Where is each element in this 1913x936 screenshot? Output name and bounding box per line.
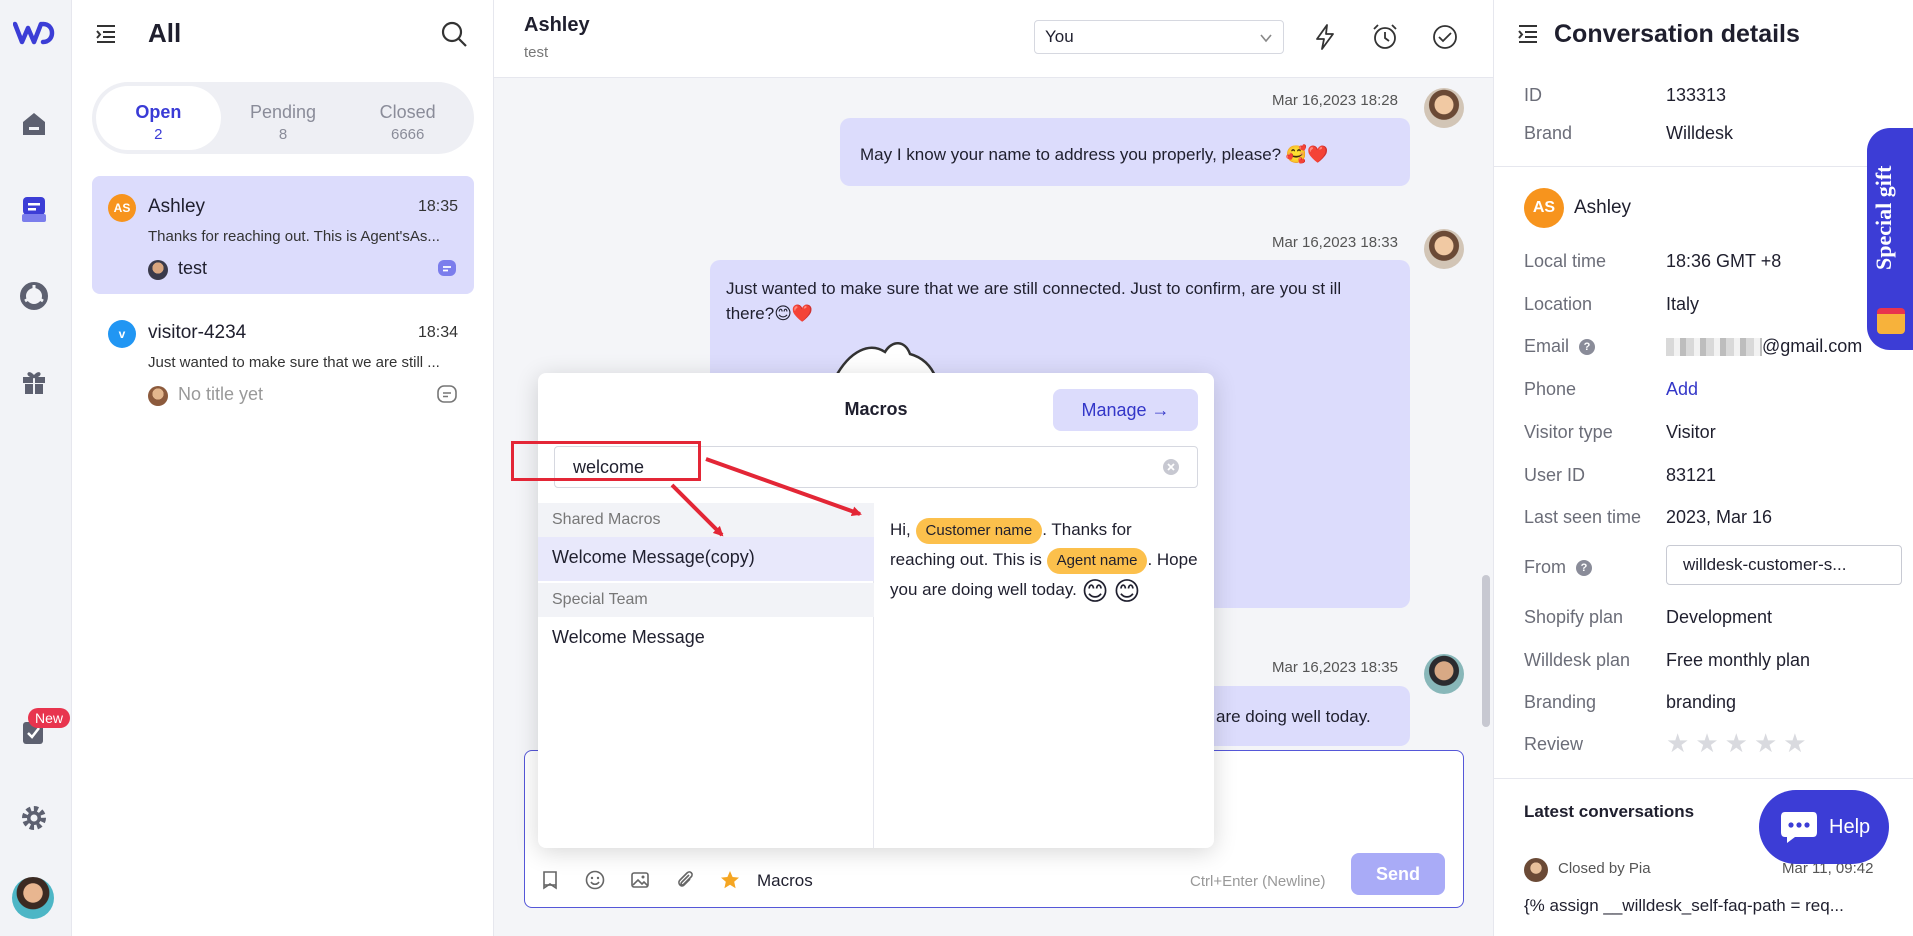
tab-open-count: 2: [154, 126, 163, 143]
tab-pending-count: 8: [278, 126, 288, 143]
alarm-clock-icon[interactable]: [1370, 22, 1400, 52]
status-tabs: Open 2 Pending 8 Closed 6666: [92, 82, 474, 154]
chat-bubble-icon: [1781, 812, 1817, 843]
tab-open[interactable]: Open 2: [96, 86, 221, 150]
home-icon[interactable]: [16, 106, 52, 142]
agent-avatar: [1524, 858, 1548, 882]
chat-bubble-icon: [437, 385, 457, 403]
closed-by-label: Closed by Pia: [1558, 860, 1651, 877]
conversation-title: test: [178, 258, 208, 278]
conversation-item[interactable]: v visitor-4234 18:34 Just wanted to make…: [92, 302, 474, 420]
latest-conversation-snippet[interactable]: {% assign __willdesk_self-faq-path = req…: [1524, 896, 1884, 916]
willdesk-logo[interactable]: [13, 20, 55, 46]
lightning-icon[interactable]: [1310, 22, 1340, 52]
star-icon: ★: [1666, 728, 1690, 758]
assignee-select[interactable]: You: [1034, 20, 1284, 54]
smile-emoji: 😊: [1081, 575, 1109, 606]
latest-conversations-title: Latest conversations: [1524, 802, 1695, 821]
agent-name-tag: Agent name: [1046, 548, 1148, 574]
macro-group-header: Special Team: [538, 583, 874, 617]
contact-name: Ashley: [148, 196, 206, 217]
conversation-time: 18:35: [417, 198, 458, 215]
search-icon[interactable]: [440, 20, 468, 48]
analytics-icon[interactable]: [16, 278, 52, 314]
left-nav-rail: New: [0, 0, 72, 936]
chat-bubble-icon: [438, 260, 456, 276]
help-question-icon[interactable]: ?: [1579, 339, 1596, 356]
contact-avatar: v: [108, 320, 136, 348]
list-title: All: [148, 18, 182, 48]
user-avatar[interactable]: [12, 877, 54, 919]
settings-icon[interactable]: [16, 800, 52, 836]
emoji-icon[interactable]: [584, 869, 606, 891]
customer-avatar: AS: [1524, 188, 1564, 228]
macros-list: Shared Macros Welcome Message(copy) Spec…: [538, 503, 874, 848]
collapse-menu-icon[interactable]: [94, 22, 118, 46]
help-question-icon[interactable]: ?: [1576, 560, 1592, 577]
smile-emoji: 😊: [1113, 575, 1141, 606]
divider: [1494, 166, 1913, 167]
contact-name: visitor-4234: [148, 322, 247, 343]
bookmark-icon[interactable]: [539, 869, 561, 891]
chat-message: are doing well today.: [1200, 686, 1410, 746]
star-icon: ★: [1783, 728, 1807, 758]
agent-avatar: [148, 260, 168, 280]
contact-avatar: AS: [108, 194, 136, 222]
chat-header: Ashley test You: [494, 0, 1493, 78]
macro-group-header: Shared Macros: [538, 503, 874, 537]
conversation-snippet: Thanks for reaching out. This is Agent's…: [148, 228, 440, 245]
customer-name-tag: Customer name: [915, 518, 1043, 544]
image-icon[interactable]: [629, 869, 651, 891]
message-timestamp: Mar 16,2023 18:28: [1272, 92, 1398, 109]
new-badge: New: [28, 708, 71, 728]
resolve-check-icon[interactable]: [1430, 22, 1460, 52]
agent-avatar: [1424, 88, 1464, 128]
review-stars[interactable]: ★ ★ ★ ★ ★: [1666, 728, 1813, 759]
conversation-time: 18:34: [417, 324, 458, 341]
clear-search-icon[interactable]: [1162, 458, 1180, 476]
agent-avatar: [1424, 654, 1464, 694]
help-button[interactable]: Help: [1759, 790, 1889, 864]
agent-avatar: [1424, 229, 1464, 269]
redacted-email-blur: [1666, 338, 1762, 357]
macro-item[interactable]: Welcome Message: [538, 617, 874, 661]
chat-subtitle: test: [524, 44, 549, 61]
from-select[interactable]: willdesk-customer-s...: [1666, 545, 1902, 585]
gift-icon[interactable]: [16, 364, 52, 400]
chevron-down-icon: [1260, 34, 1272, 43]
newline-hint: Ctrl+Enter (Newline): [1190, 873, 1326, 890]
message-timestamp: Mar 16,2023 18:33: [1272, 234, 1398, 251]
star-icon: ★: [1753, 728, 1778, 758]
macros-label[interactable]: Macros: [757, 871, 813, 891]
tab-closed[interactable]: Closed 6666: [345, 86, 470, 150]
send-button[interactable]: Send: [1351, 853, 1445, 895]
manage-macros-button[interactable]: Manage →: [1053, 389, 1198, 431]
tab-closed-count: 6666: [390, 126, 425, 143]
conversation-title: No title yet: [178, 384, 264, 404]
chat-contact-name: Ashley: [524, 14, 590, 36]
divider: [1494, 778, 1913, 779]
macros-star-icon[interactable]: [719, 869, 741, 891]
conversation-item[interactable]: AS Ashley 18:35 Thanks for reaching out.…: [92, 176, 474, 294]
star-icon: ★: [1724, 728, 1748, 758]
details-title: Conversation details: [1554, 20, 1800, 48]
macro-preview: Hi, Customer name. Thanks for reaching o…: [890, 518, 1198, 606]
conversation-list-panel: All Open 2 Pending 8 Closed 6666 AS Ashl…: [72, 0, 494, 936]
macro-item[interactable]: Welcome Message(copy): [538, 537, 874, 581]
attachment-icon[interactable]: [674, 869, 696, 891]
inbox-icon[interactable]: [16, 191, 52, 227]
message-timestamp: Mar 16,2023 18:35: [1272, 659, 1398, 676]
special-gift-tab[interactable]: Special gift: [1867, 128, 1913, 350]
collapse-menu-icon[interactable]: [1516, 22, 1540, 46]
annotation-highlight-box: [511, 441, 701, 481]
chat-message: May I know your name to address you prop…: [840, 118, 1410, 186]
star-icon: ★: [1695, 728, 1719, 758]
agent-avatar: [148, 386, 168, 406]
chat-scrollbar[interactable]: [1482, 575, 1490, 727]
gift-box-icon: [1877, 308, 1905, 334]
customer-name: Ashley: [1574, 197, 1632, 218]
add-phone-link[interactable]: Add: [1666, 379, 1698, 400]
tab-pending[interactable]: Pending 8: [221, 86, 346, 150]
conversation-snippet: Just wanted to make sure that we are sti…: [148, 354, 440, 371]
